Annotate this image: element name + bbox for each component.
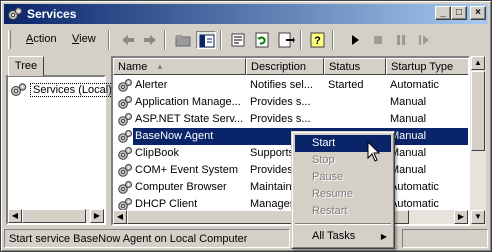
mouse-pointer-icon [367, 141, 381, 162]
cell-status: Started [328, 79, 364, 91]
toolbar-separator [220, 30, 222, 50]
scroll-right-button[interactable]: ▶ [454, 210, 468, 224]
cell-name: ClipBook [135, 147, 180, 159]
export-list-icon[interactable] [276, 31, 296, 49]
services-gear-icon [11, 83, 27, 96]
tab-tree[interactable]: Tree [8, 56, 44, 76]
menu-view[interactable]: View [72, 33, 96, 45]
play-icon[interactable] [345, 31, 365, 49]
context-menu-all-tasks[interactable]: All Tasks ▶ [295, 228, 391, 245]
service-gear-icon [118, 113, 132, 126]
close-button[interactable]: × [470, 6, 486, 20]
stop-icon[interactable] [368, 31, 388, 49]
tree-pane: Tree Services (Local) ◀ ▶ [4, 56, 115, 226]
toolbar-separator [300, 30, 302, 50]
cell-startup-type: Manual [390, 96, 427, 108]
minimize-button[interactable]: _ [435, 6, 451, 20]
scroll-left-button[interactable]: ◀ [8, 209, 22, 223]
scroll-left-button[interactable]: ◀ [113, 210, 127, 224]
menu-toolbar: Action View ? [4, 27, 488, 53]
column-header-description[interactable]: Description [246, 58, 324, 75]
title-bar[interactable]: Services _ □ × [4, 4, 488, 24]
menu-action[interactable]: Action [26, 33, 57, 45]
window-title: Services [27, 7, 77, 21]
column-header: Name ▲ Description Status Startup Type [113, 58, 468, 75]
up-folder-icon[interactable] [173, 31, 193, 49]
table-row[interactable]: ASP.NET State Serv... Provides s... Manual [113, 111, 468, 128]
scroll-thumb[interactable] [22, 209, 86, 223]
context-menu-pause[interactable]: Pause [295, 169, 391, 186]
status-text: Start service BaseNow Agent on Local Com… [4, 229, 290, 248]
submenu-arrow-icon: ▶ [380, 232, 387, 241]
toolbar-grip[interactable] [8, 30, 11, 49]
tree-view[interactable]: Services (Local) ◀ ▶ [6, 75, 115, 225]
cell-description: Provides s... [250, 113, 311, 125]
refresh-icon[interactable] [252, 31, 272, 49]
help-icon[interactable]: ? [308, 31, 328, 49]
cell-name: BaseNow Agent [135, 130, 214, 142]
cell-name: Application Manage... [135, 96, 241, 108]
cell-name: ASP.NET State Serv... [135, 113, 244, 125]
service-gear-icon [118, 181, 132, 194]
toolbar-separator [332, 30, 334, 50]
pause-icon[interactable] [391, 31, 411, 49]
cell-startup-type: Manual [390, 113, 427, 125]
column-header-status[interactable]: Status [324, 58, 386, 75]
forward-arrow-icon[interactable] [140, 31, 160, 49]
cell-name: Alerter [135, 79, 168, 91]
cell-startup-type: Manual [390, 164, 427, 176]
context-menu-all-tasks-label: All Tasks [312, 230, 356, 242]
scroll-up-button[interactable]: ▲ [471, 56, 485, 70]
cell-name: Computer Browser [135, 181, 227, 193]
context-menu-separator [295, 223, 391, 225]
status-bar: Start service BaseNow Agent on Local Com… [4, 228, 488, 249]
column-header-startup-type[interactable]: Startup Type [386, 58, 468, 75]
properties-icon[interactable] [228, 31, 248, 49]
cell-name: COM+ Event System [135, 164, 239, 176]
column-header-name[interactable]: Name ▲ [113, 58, 246, 75]
cell-description: Provides s... [250, 96, 311, 108]
maximize-button[interactable]: □ [451, 6, 467, 20]
scroll-right-button[interactable]: ▶ [90, 209, 104, 223]
cell-startup-type: Automatic [390, 181, 439, 193]
service-gear-icon [118, 130, 132, 143]
scroll-down-button[interactable]: ▼ [471, 210, 485, 224]
table-row[interactable]: Alerter Notifies sel... Started Automatic [113, 77, 468, 94]
toolbar-separator [164, 30, 166, 50]
service-gear-icon [118, 147, 132, 160]
cell-description: Notifies sel... [250, 79, 313, 91]
back-arrow-icon[interactable] [118, 31, 138, 49]
cell-startup-type: Automatic [390, 79, 439, 91]
tree-horizontal-scrollbar[interactable]: ◀ ▶ [8, 209, 104, 223]
status-panel [402, 229, 488, 248]
show-hide-tree-icon[interactable] [196, 31, 216, 49]
cell-startup-type: Manual [390, 130, 427, 142]
cell-name: DHCP Client [135, 198, 198, 210]
svg-text:?: ? [314, 35, 321, 47]
cell-startup-type: Manual [390, 147, 427, 159]
service-gear-icon [118, 96, 132, 109]
scroll-thumb[interactable] [471, 71, 485, 151]
cell-startup-type: Automatic [390, 198, 439, 210]
context-menu-resume[interactable]: Resume [295, 186, 391, 203]
table-row[interactable]: Application Manage... Provides s... Manual [113, 94, 468, 111]
list-vertical-scrollbar[interactable]: ▲ ▼ [470, 56, 486, 226]
service-gear-icon [118, 164, 132, 177]
restart-icon[interactable] [414, 31, 434, 49]
tree-node-label: Services (Local) [30, 83, 115, 97]
services-gear-icon [8, 7, 23, 20]
toolbar-separator [108, 30, 110, 50]
context-menu-restart[interactable]: Restart [295, 203, 391, 220]
service-gear-icon [118, 79, 132, 92]
services-window: Services _ □ × Action View ? Tree Servic… [0, 0, 492, 252]
sort-ascending-icon: ▲ [156, 62, 164, 71]
